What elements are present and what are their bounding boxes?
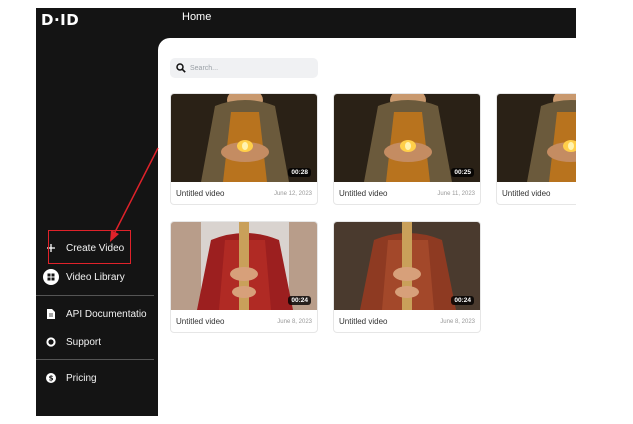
app-window: D·ID Home Create Video Video Library API… <box>36 8 576 416</box>
video-date: June 11, 2023 <box>437 191 475 197</box>
video-title: Untitled video <box>502 189 551 198</box>
search-placeholder: Search... <box>190 64 219 72</box>
search-icon <box>176 63 186 73</box>
video-title: Untitled video <box>176 189 225 198</box>
sidebar-item-pricing[interactable]: $ Pricing <box>36 367 158 389</box>
document-icon <box>36 309 66 319</box>
svg-text:$: $ <box>49 375 54 383</box>
video-date: June 12, 2023 <box>273 191 312 197</box>
video-duration: 00:24 <box>288 296 311 305</box>
video-card[interactable]: 00:24 Untitled video June 8, 2023 <box>170 221 318 333</box>
search-input[interactable]: Search... <box>170 58 318 78</box>
video-duration: 00:28 <box>288 168 311 177</box>
annotation-highlight-box <box>48 230 131 264</box>
video-title: Untitled video <box>339 317 388 326</box>
video-title: Untitled video <box>339 189 388 198</box>
video-card[interactable]: Untitled video <box>496 93 576 205</box>
video-card[interactable]: 00:25 Untitled video June 11, 2023 <box>333 93 481 205</box>
sidebar-item-video-library[interactable]: Video Library <box>36 266 158 288</box>
video-thumbnail-monk-with-wooden-bar[interactable]: 00:24 <box>171 222 317 310</box>
sidebar-divider <box>36 359 154 360</box>
video-title: Untitled video <box>176 317 225 326</box>
video-thumbnail-monk-with-candle[interactable]: 00:28 <box>171 94 317 182</box>
video-thumbnail-monk-with-wooden-bar[interactable]: 00:24 <box>334 222 480 310</box>
d-id-logo[interactable]: D·ID <box>41 11 79 29</box>
grid-icon <box>36 269 66 285</box>
main-content: Search... 00:28 Untitled video June 12, … <box>158 38 576 416</box>
dollar-icon: $ <box>36 373 66 383</box>
video-duration: 00:25 <box>451 168 474 177</box>
video-date: June 8, 2023 <box>440 319 475 325</box>
sidebar-item-label: Pricing <box>66 372 97 384</box>
video-card[interactable]: 00:28 Untitled video June 12, 2023 <box>170 93 318 205</box>
sidebar-divider <box>36 295 154 296</box>
video-thumbnail-monk-with-candle[interactable]: 00:25 <box>334 94 480 182</box>
sidebar-item-support[interactable]: Support <box>36 331 158 353</box>
page-title: Home <box>182 11 212 23</box>
sidebar-item-api-documentation[interactable]: API Documentatio <box>36 303 158 325</box>
sidebar-item-label: API Documentatio <box>66 308 147 320</box>
video-duration: 00:24 <box>451 296 474 305</box>
video-thumbnail-monk-with-candle[interactable] <box>497 94 576 182</box>
sidebar-item-label: Support <box>66 336 102 348</box>
video-card[interactable]: 00:24 Untitled video June 8, 2023 <box>333 221 481 333</box>
video-date: June 8, 2023 <box>277 319 312 325</box>
sidebar-item-label: Video Library <box>66 271 125 283</box>
lifebuoy-icon <box>36 337 66 347</box>
